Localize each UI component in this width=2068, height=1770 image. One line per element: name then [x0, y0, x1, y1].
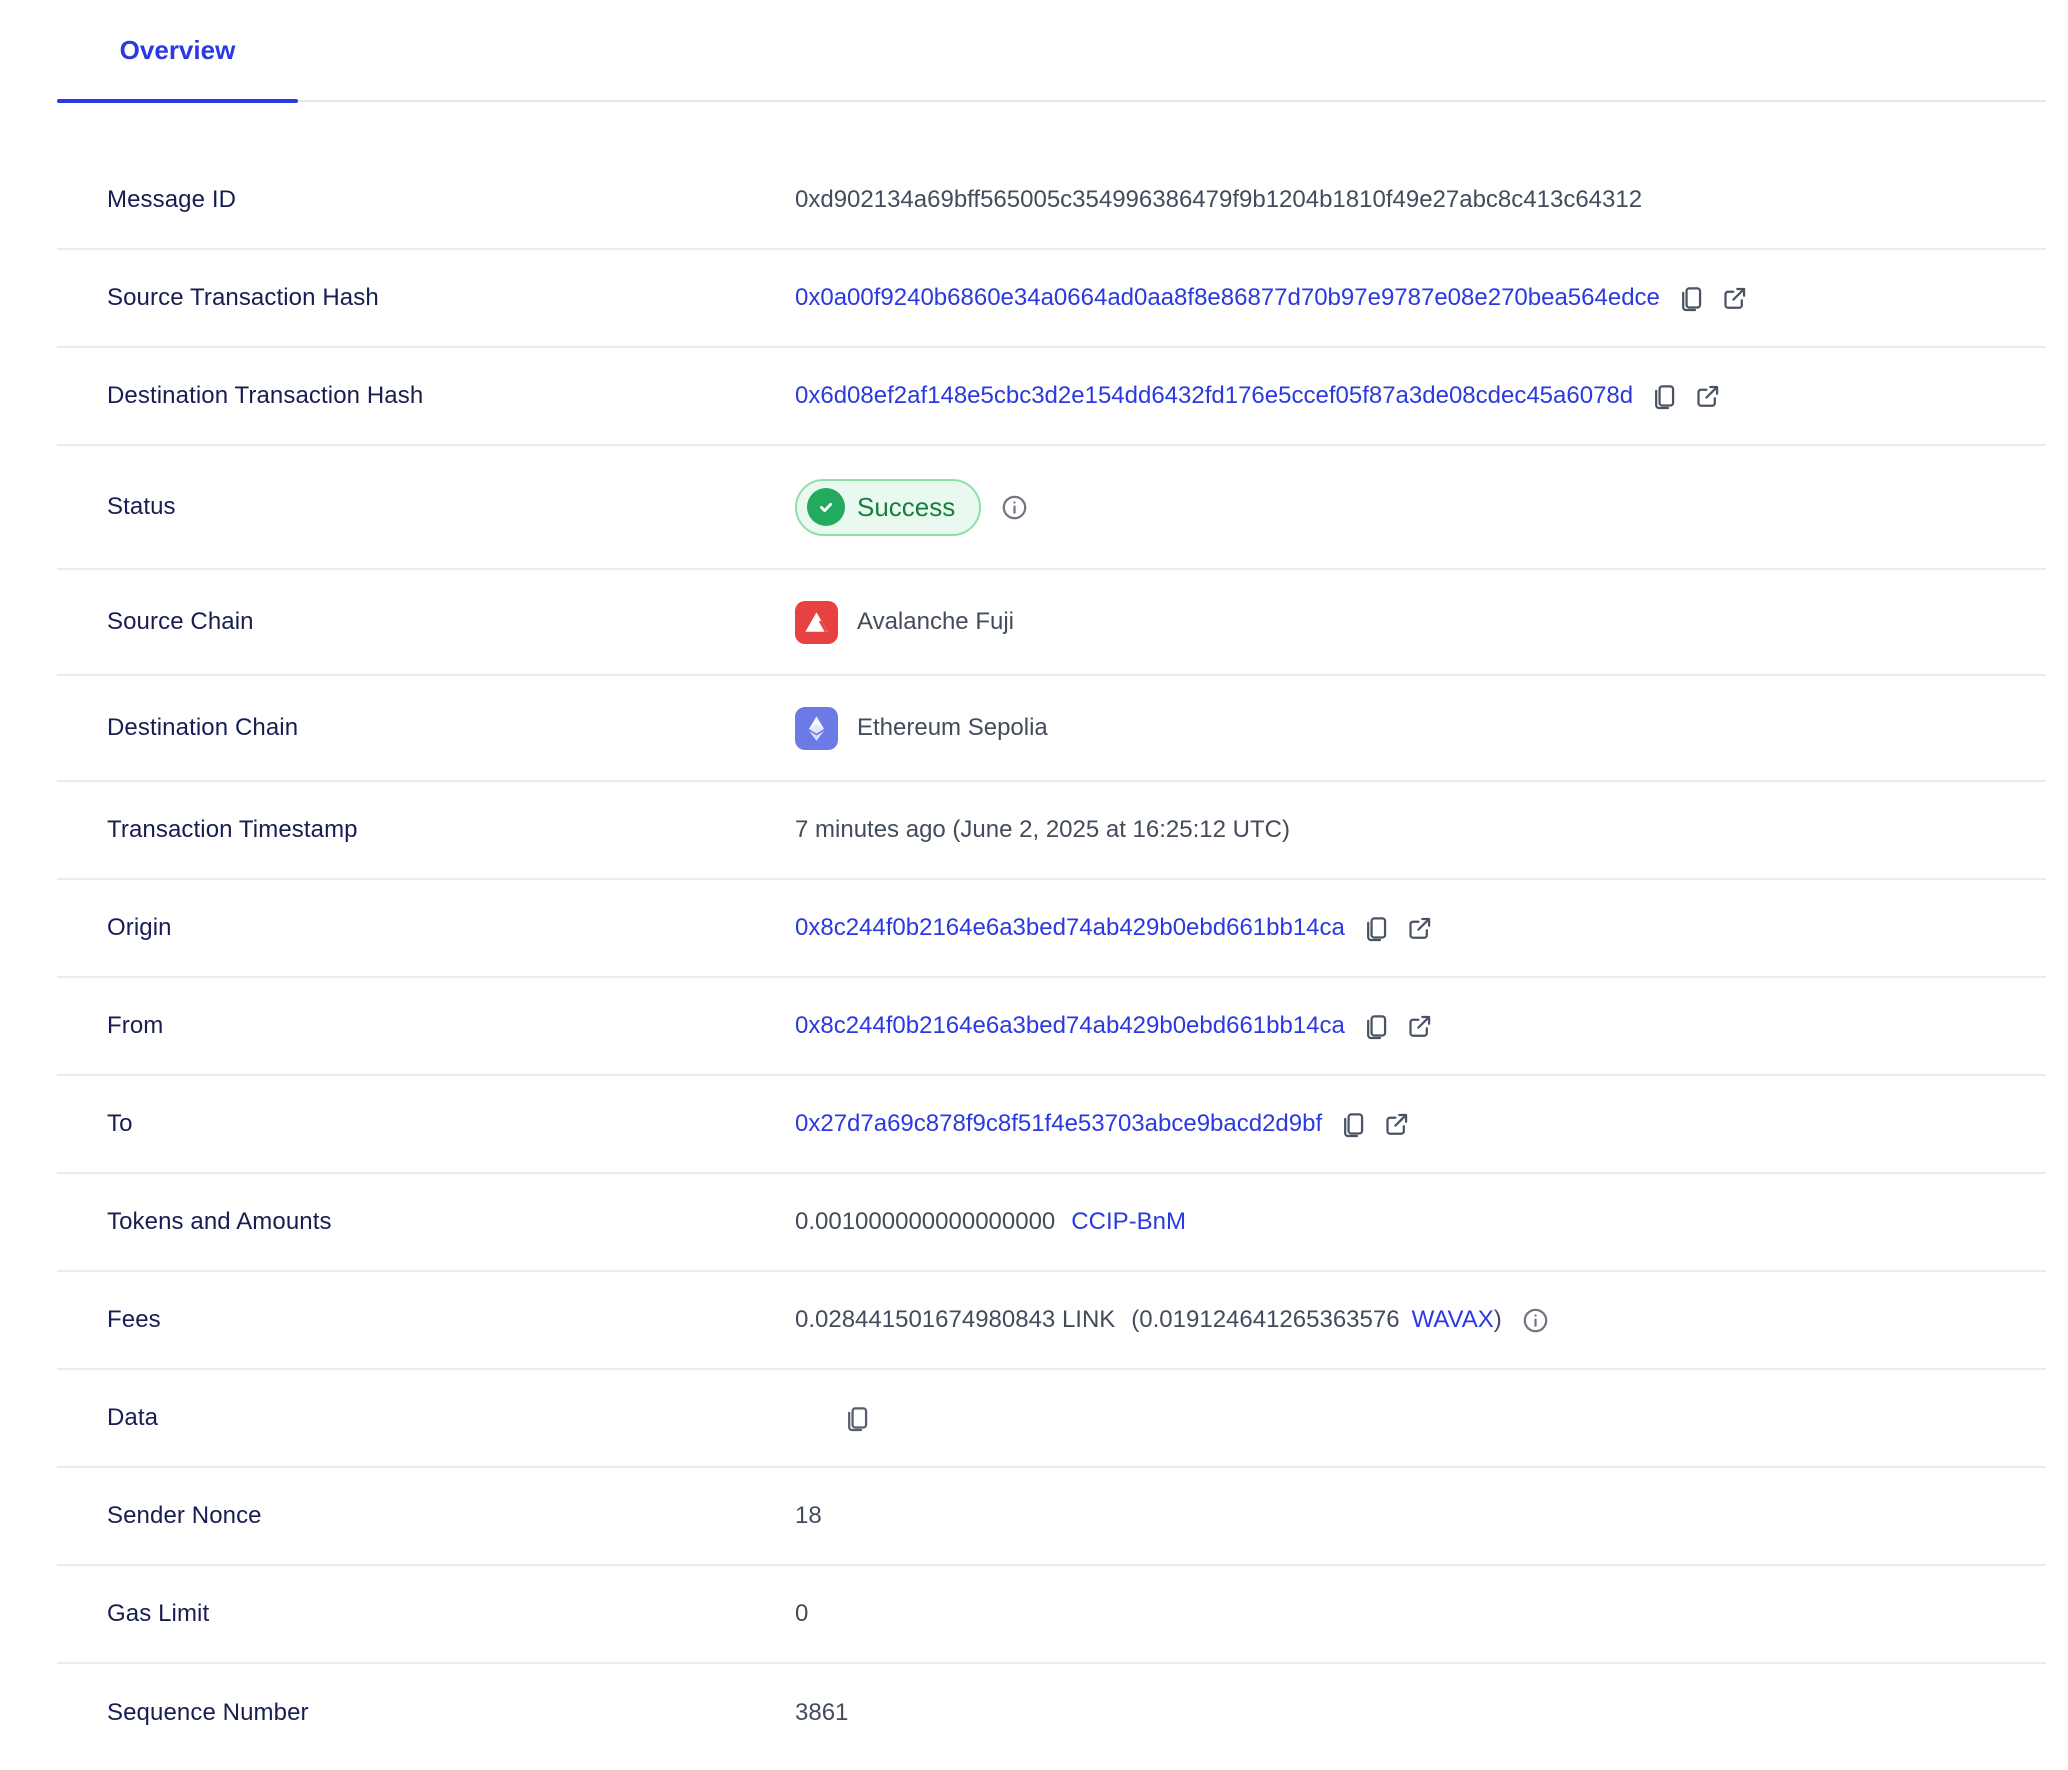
row-label: Destination Chain	[57, 714, 795, 742]
table-row-status: Status Success	[57, 446, 2046, 570]
row-label: Gas Limit	[57, 1600, 795, 1628]
to-address-link[interactable]: 0x27d7a69c878f9c8f51f4e53703abce9bacd2d9…	[795, 1110, 1322, 1138]
tab-bar: Overview	[57, 0, 2046, 102]
table-row-fees: Fees 0.028441501674980843 LINK (0.019124…	[57, 1272, 2046, 1370]
table-row-source-chain: Source Chain Avalanche Fuji	[57, 570, 2046, 676]
origin-address-link[interactable]: 0x8c244f0b2164e6a3bed74ab429b0ebd661bb14…	[795, 914, 1345, 942]
destination-tx-hash-link[interactable]: 0x6d08ef2af148e5cbc3d2e154dd6432fd176e5c…	[795, 382, 1633, 410]
check-circle-icon	[807, 488, 845, 526]
info-icon[interactable]	[1522, 1307, 1549, 1334]
row-label: Status	[57, 493, 795, 521]
copy-icon[interactable]	[1677, 285, 1704, 312]
table-row-tokens-and-amounts: Tokens and Amounts 0.001000000000000000 …	[57, 1174, 2046, 1272]
destination-chain-name: Ethereum Sepolia	[857, 714, 1048, 742]
table-row-destination-chain: Destination Chain Ethereum Sepolia	[57, 676, 2046, 782]
sender-nonce-value: 18	[795, 1502, 822, 1530]
row-label: Message ID	[57, 186, 795, 214]
token-amount-value: 0.001000000000000000	[795, 1208, 1055, 1236]
external-link-icon[interactable]	[1383, 1111, 1410, 1138]
source-chain-name: Avalanche Fuji	[857, 608, 1014, 636]
sequence-number-value: 3861	[795, 1699, 848, 1727]
transaction-timestamp-value: 7 minutes ago (June 2, 2025 at 16:25:12 …	[795, 816, 1290, 844]
row-label: Transaction Timestamp	[57, 816, 795, 844]
table-row-data: Data	[57, 1370, 2046, 1468]
avalanche-icon	[795, 601, 838, 644]
table-row-message-id: Message ID 0xd902134a69bff565005c3549963…	[57, 152, 2046, 250]
row-label: Sequence Number	[57, 1699, 795, 1727]
external-link-icon[interactable]	[1406, 1013, 1433, 1040]
table-row-transaction-timestamp: Transaction Timestamp 7 minutes ago (Jun…	[57, 782, 2046, 880]
from-address-link[interactable]: 0x8c244f0b2164e6a3bed74ab429b0ebd661bb14…	[795, 1012, 1345, 1040]
row-label: Tokens and Amounts	[57, 1208, 795, 1236]
table-row-origin: Origin 0x8c244f0b2164e6a3bed74ab429b0ebd…	[57, 880, 2046, 978]
row-label: Fees	[57, 1306, 795, 1334]
fee-value: 0.028441501674980843 LINK	[795, 1306, 1115, 1334]
row-label: Source Chain	[57, 608, 795, 636]
overview-detail-table: Message ID 0xd902134a69bff565005c3549963…	[57, 152, 2046, 1762]
status-badge-label: Success	[857, 492, 955, 523]
table-row-sequence-number: Sequence Number 3861	[57, 1664, 2046, 1762]
row-label: Source Transaction Hash	[57, 284, 795, 312]
source-tx-hash-link[interactable]: 0x0a00f9240b6860e34a0664ad0aa8f8e86877d7…	[795, 284, 1660, 312]
table-row-to: To 0x27d7a69c878f9c8f51f4e53703abce9bacd…	[57, 1076, 2046, 1174]
copy-icon[interactable]	[843, 1405, 870, 1432]
active-tab-underline	[57, 99, 298, 103]
fee-alt-token-link[interactable]: WAVAX	[1412, 1306, 1494, 1334]
row-label: Origin	[57, 914, 795, 942]
table-row-source-tx-hash: Source Transaction Hash 0x0a00f9240b6860…	[57, 250, 2046, 348]
table-row-gas-limit: Gas Limit 0	[57, 1566, 2046, 1664]
table-row-sender-nonce: Sender Nonce 18	[57, 1468, 2046, 1566]
row-label: From	[57, 1012, 795, 1040]
fee-alt-close: )	[1494, 1306, 1502, 1334]
external-link-icon[interactable]	[1406, 915, 1433, 942]
ethereum-icon	[795, 707, 838, 750]
copy-icon[interactable]	[1650, 383, 1677, 410]
external-link-icon[interactable]	[1721, 285, 1748, 312]
row-label: To	[57, 1110, 795, 1138]
external-link-icon[interactable]	[1694, 383, 1721, 410]
status-badge: Success	[795, 479, 981, 536]
table-row-from: From 0x8c244f0b2164e6a3bed74ab429b0ebd66…	[57, 978, 2046, 1076]
message-id-value: 0xd902134a69bff565005c354996386479f9b120…	[795, 186, 1642, 214]
tab-overview-label: Overview	[120, 35, 236, 66]
token-link[interactable]: CCIP-BnM	[1071, 1208, 1186, 1236]
row-label: Sender Nonce	[57, 1502, 795, 1530]
copy-icon[interactable]	[1339, 1111, 1366, 1138]
copy-icon[interactable]	[1362, 1013, 1389, 1040]
tab-overview[interactable]: Overview	[57, 0, 298, 100]
row-label: Data	[57, 1404, 795, 1432]
info-icon[interactable]	[1001, 494, 1028, 521]
fee-alt-open: (0.019124641265363576	[1131, 1306, 1399, 1334]
gas-limit-value: 0	[795, 1600, 808, 1628]
copy-icon[interactable]	[1362, 915, 1389, 942]
table-row-destination-tx-hash: Destination Transaction Hash 0x6d08ef2af…	[57, 348, 2046, 446]
row-label: Destination Transaction Hash	[57, 382, 795, 410]
